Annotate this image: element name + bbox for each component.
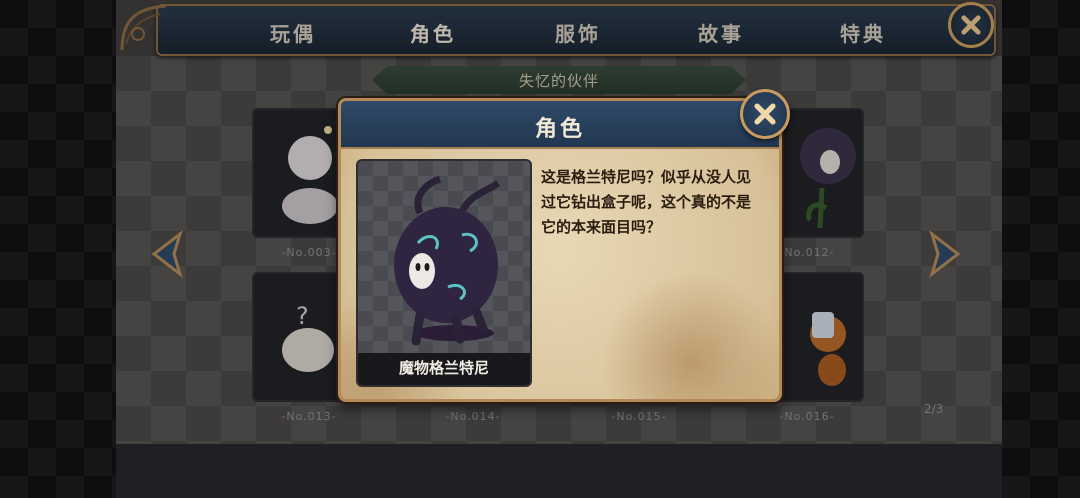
character-detail-dialog: 角色 魔物格兰特尼 这是格兰特尼吗？似乎从没人见过它钻出盒子呢，这个真的不是它的… — [338, 98, 782, 402]
character-portrait: 魔物格兰特尼 — [356, 159, 532, 387]
close-dialog-button[interactable] — [740, 89, 790, 139]
right-side-pattern — [1002, 0, 1080, 498]
character-description: 这是格兰特尼吗？似乎从没人见过它钻出盒子呢，这个真的不是它的本来面目吗？ — [541, 168, 752, 236]
character-name: 魔物格兰特尼 — [398, 359, 489, 377]
dialog-title: 角色 — [534, 117, 585, 142]
collection-screen: 玩偶 角色 服饰 故事 特典 失忆的伙伴 -No.003- -No.012- ?… — [116, 0, 1002, 498]
close-icon — [754, 103, 776, 125]
monster-figure — [394, 175, 501, 346]
left-side-pattern — [0, 0, 116, 498]
